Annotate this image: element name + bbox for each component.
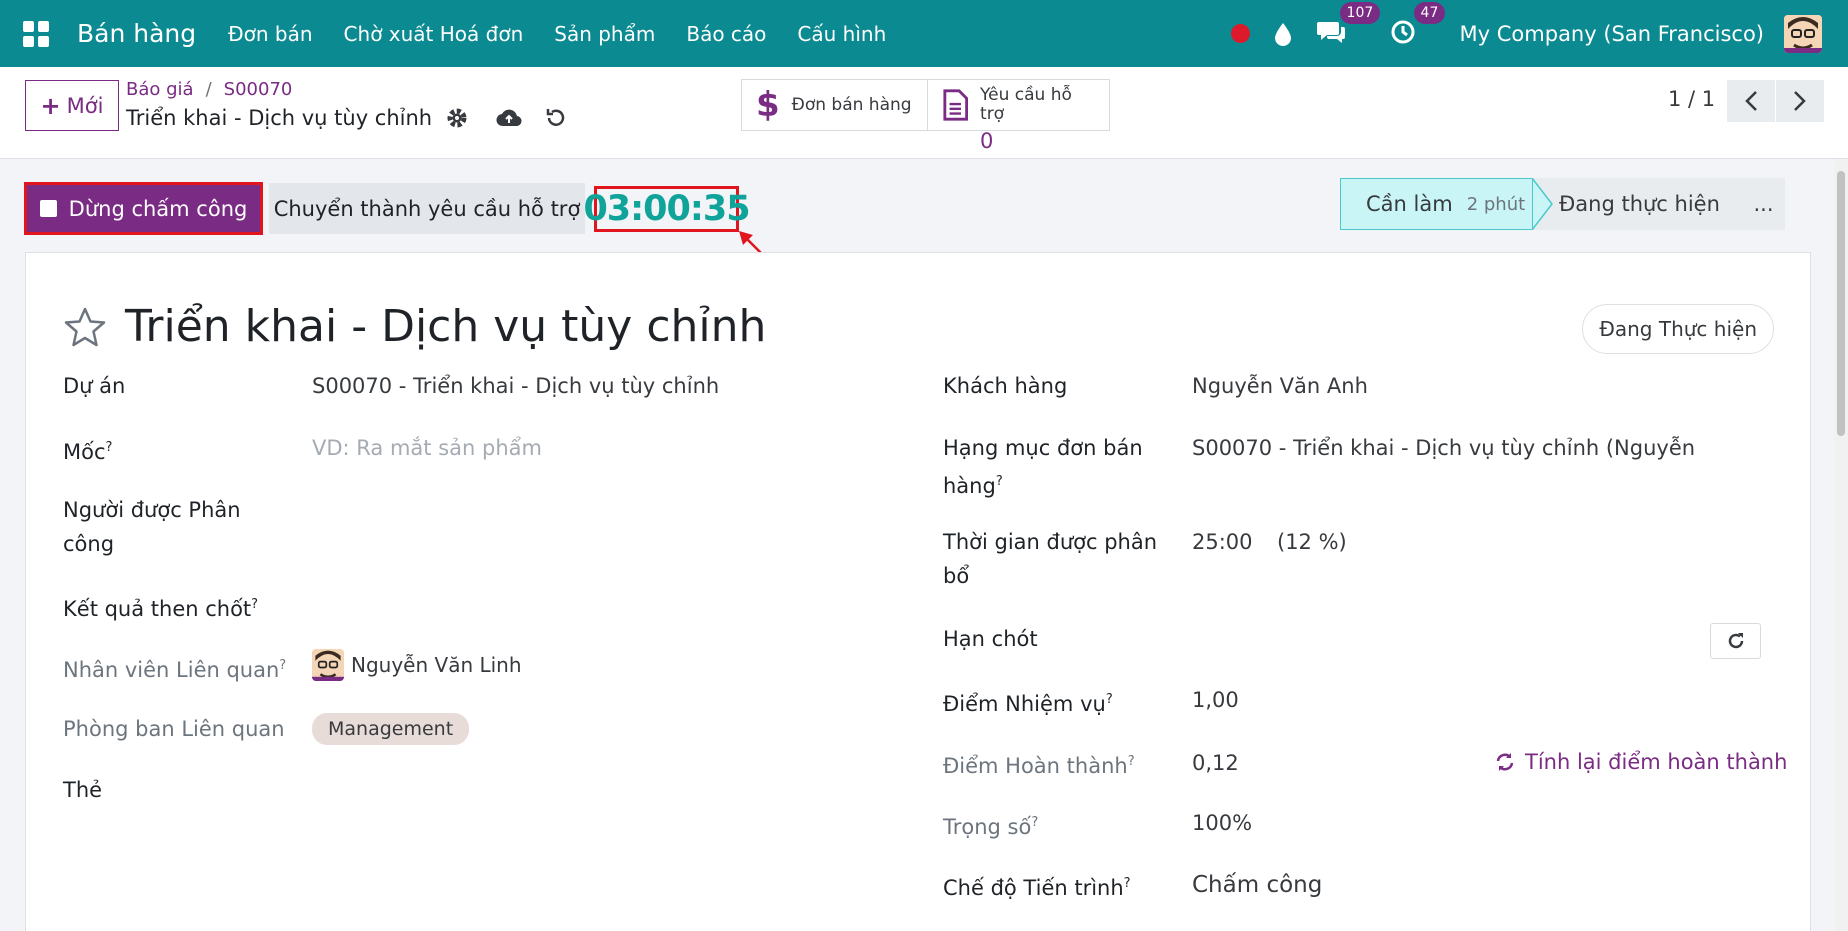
messages-menu[interactable]: 107 bbox=[1316, 1, 1381, 49]
discard-icon[interactable] bbox=[544, 107, 566, 129]
new-button[interactable]: + Mới bbox=[25, 80, 119, 131]
kanban-state-button[interactable]: Đang Thực hiện bbox=[1582, 304, 1774, 354]
navbar-systray: 107 47 My Company (San Francisco) bbox=[1230, 0, 1848, 67]
help-icon[interactable]: ? bbox=[279, 658, 286, 673]
menu-item-products[interactable]: Sản phẩm bbox=[554, 22, 655, 46]
page-scrollbar[interactable] bbox=[1834, 159, 1848, 931]
stage-more[interactable]: ... bbox=[1722, 178, 1785, 230]
help-icon[interactable]: ? bbox=[996, 474, 1003, 489]
clock-icon bbox=[1391, 20, 1415, 43]
activities-count-badge: 47 bbox=[1413, 1, 1446, 24]
allocated-percentage: (12 %) bbox=[1277, 530, 1347, 554]
stage-arrow bbox=[1532, 178, 1553, 230]
menu-item-orders[interactable]: Đơn bán bbox=[228, 22, 312, 46]
project-label: Dự án bbox=[63, 374, 126, 398]
messages-count-badge: 107 bbox=[1339, 1, 1381, 24]
help-icon[interactable]: ? bbox=[1106, 692, 1113, 707]
done-points-field: 0,12 bbox=[1192, 751, 1239, 775]
record-title: Triển khai - Dịch vụ tùy chỉnh bbox=[126, 106, 566, 130]
scrollbar-thumb[interactable] bbox=[1837, 171, 1845, 436]
main-menu: Đơn bán Chờ xuất Hoá đơn Sản phẩm Báo cá… bbox=[228, 22, 917, 46]
assignees-label: Người được Phân công bbox=[63, 498, 241, 556]
deadline-refresh-button[interactable] bbox=[1710, 623, 1761, 659]
task-points-field[interactable]: 1,00 bbox=[1192, 683, 1239, 717]
weight-field[interactable]: 100% bbox=[1192, 806, 1252, 840]
control-panel: + Mới Báo giá / S00070 Triển khai - Dịch … bbox=[0, 67, 1848, 159]
allocated-hours-field[interactable]: 25:00 bbox=[1192, 525, 1253, 559]
cloud-upload-icon[interactable] bbox=[496, 107, 522, 129]
smart-buttons: $ Đơn bán hàng Yêu cầu hỗ trợ 0 bbox=[741, 79, 1110, 153]
deadline-label: Hạn chót bbox=[943, 627, 1038, 651]
user-avatar[interactable] bbox=[1784, 14, 1822, 53]
employee-label: Nhân viên Liên quan? bbox=[63, 658, 287, 682]
gear-icon[interactable] bbox=[446, 107, 468, 129]
done-points-label: Điểm Hoàn thành? bbox=[943, 754, 1135, 778]
help-icon[interactable]: ? bbox=[1124, 876, 1131, 891]
breadcrumb-separator: / bbox=[205, 79, 212, 100]
menu-item-to-invoice[interactable]: Chờ xuất Hoá đơn bbox=[344, 22, 524, 46]
stop-timer-button[interactable]: Dừng chấm công bbox=[24, 182, 263, 235]
stage-statusbar: Cần làm 2 phút Đang thực hiện ... bbox=[1340, 178, 1785, 230]
recording-icon[interactable] bbox=[1230, 24, 1250, 43]
breadcrumb-quotations[interactable]: Báo giá bbox=[126, 79, 194, 100]
stop-icon bbox=[39, 200, 57, 217]
milestone-label: Mốc? bbox=[63, 440, 113, 464]
department-tag[interactable]: Management bbox=[312, 713, 470, 745]
chevron-right-icon bbox=[1794, 91, 1806, 111]
help-icon[interactable]: ? bbox=[106, 440, 113, 455]
menu-item-reporting[interactable]: Báo cáo bbox=[686, 22, 766, 46]
employee-field[interactable]: Nguyễn Văn Linh bbox=[312, 649, 522, 681]
customer-field[interactable]: Nguyễn Văn Anh bbox=[1192, 369, 1712, 403]
so-line-field[interactable]: S00070 - Triển khai - Dịch vụ tùy chỉnh … bbox=[1192, 431, 1700, 465]
ticket-smart-button[interactable]: Yêu cầu hỗ trợ 0 bbox=[926, 80, 1110, 153]
activities-menu[interactable]: 47 bbox=[1390, 1, 1446, 49]
company-switcher[interactable]: My Company (San Francisco) bbox=[1460, 22, 1764, 46]
apps-grid-icon[interactable] bbox=[23, 20, 49, 47]
task-title[interactable]: Triển khai - Dịch vụ tùy chỉnh bbox=[125, 301, 766, 352]
recompute-points-button[interactable]: Tính lại điểm hoàn thành bbox=[1495, 745, 1787, 779]
help-icon[interactable]: ? bbox=[1128, 754, 1135, 769]
department-label: Phòng ban Liên quan bbox=[63, 717, 285, 741]
help-icon[interactable]: ? bbox=[1031, 815, 1038, 830]
allocated-hours-label: Thời gian được phân bổ bbox=[943, 530, 1158, 588]
tags-label: Thẻ bbox=[63, 778, 103, 802]
form-sheet: Triển khai - Dịch vụ tùy chỉnh Đang Thực… bbox=[25, 252, 1811, 931]
breadcrumb-order[interactable]: S00070 bbox=[224, 79, 293, 100]
refresh-icon bbox=[1728, 633, 1743, 649]
water-drop-icon[interactable] bbox=[1274, 22, 1292, 46]
sales-order-smart-button[interactable]: $ Đơn bán hàng bbox=[742, 80, 927, 130]
menu-item-configuration[interactable]: Cấu hình bbox=[797, 22, 886, 46]
star-icon[interactable] bbox=[63, 306, 107, 348]
stage-todo[interactable]: Cần làm 2 phút bbox=[1340, 178, 1533, 230]
dollar-icon: $ bbox=[756, 85, 780, 125]
app-name[interactable]: Bán hàng bbox=[77, 19, 196, 48]
progress-mode-field[interactable]: Chấm công bbox=[1192, 868, 1322, 902]
chat-icon bbox=[1316, 21, 1345, 43]
plus-icon: + bbox=[40, 91, 61, 120]
help-icon[interactable]: ? bbox=[251, 597, 258, 612]
so-line-label: Hạng mục đơn bán hàng? bbox=[943, 436, 1143, 498]
breadcrumb: Báo giá / S00070 bbox=[126, 79, 292, 100]
stage-in-progress[interactable]: Đang thực hiện bbox=[1532, 178, 1722, 230]
key-results-label: Kết quả then chốt? bbox=[63, 597, 259, 621]
document-icon bbox=[942, 89, 968, 121]
task-title-row: Triển khai - Dịch vụ tùy chỉnh bbox=[63, 301, 766, 352]
task-points-label: Điểm Nhiệm vụ? bbox=[943, 692, 1113, 716]
sync-icon bbox=[1496, 753, 1514, 771]
pager-next-button[interactable] bbox=[1776, 80, 1824, 122]
pager-value[interactable]: 1 / 1 bbox=[1668, 87, 1715, 111]
timer-display: 03:00:35 bbox=[583, 186, 751, 232]
project-field[interactable]: S00070 - Triển khai - Dịch vụ tùy chỉnh bbox=[312, 369, 892, 403]
chevron-left-icon bbox=[1745, 91, 1757, 111]
convert-to-ticket-button[interactable]: Chuyển thành yêu cầu hỗ trợ bbox=[269, 183, 585, 234]
progress-mode-label: Chế độ Tiến trình? bbox=[943, 876, 1131, 900]
pager-previous-button[interactable] bbox=[1727, 80, 1775, 122]
weight-label: Trọng số? bbox=[943, 815, 1039, 839]
customer-label: Khách hàng bbox=[943, 374, 1068, 398]
employee-avatar bbox=[312, 649, 344, 681]
top-navbar: Bán hàng Đơn bán Chờ xuất Hoá đơn Sản ph… bbox=[0, 0, 1848, 67]
milestone-input[interactable]: VD: Ra mắt sản phẩm bbox=[312, 431, 892, 465]
